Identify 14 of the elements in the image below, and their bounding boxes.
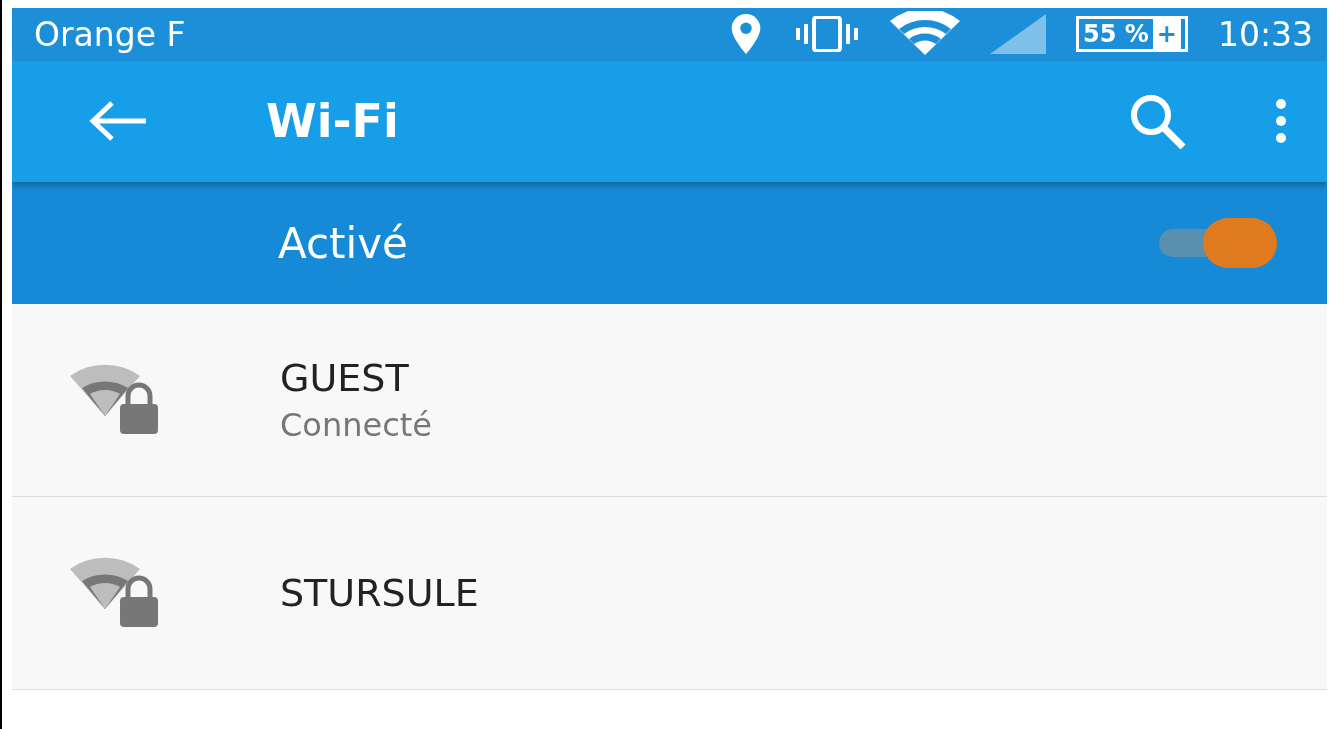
back-arrow-icon [88,101,148,142]
network-name: GUEST [280,356,410,400]
carrier-name: Orange F [34,14,186,54]
vibrate-icon [793,16,860,53]
wifi-icon [889,11,960,58]
network-name: STURSULE [280,571,479,615]
network-item[interactable]: STURSULE [12,497,1327,690]
battery-icon: 55 % + [1075,16,1188,53]
signal-icon [989,14,1046,55]
network-status: Connecté [280,406,432,444]
screen-title: Wi-Fi [266,94,399,149]
wifi-status-label: Activé [278,218,408,268]
clock: 10:33 [1217,14,1313,54]
network-item[interactable]: GUEST Connecté [12,304,1327,497]
